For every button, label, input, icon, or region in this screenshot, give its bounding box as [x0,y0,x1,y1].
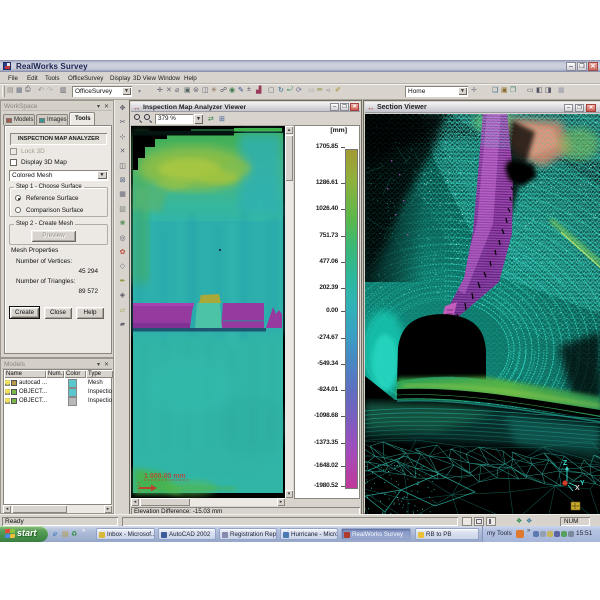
svg-text:Y: Y [580,480,585,487]
svg-text:1 000.00 mm: 1 000.00 mm [144,473,186,480]
svg-text:Z: Z [563,460,568,467]
